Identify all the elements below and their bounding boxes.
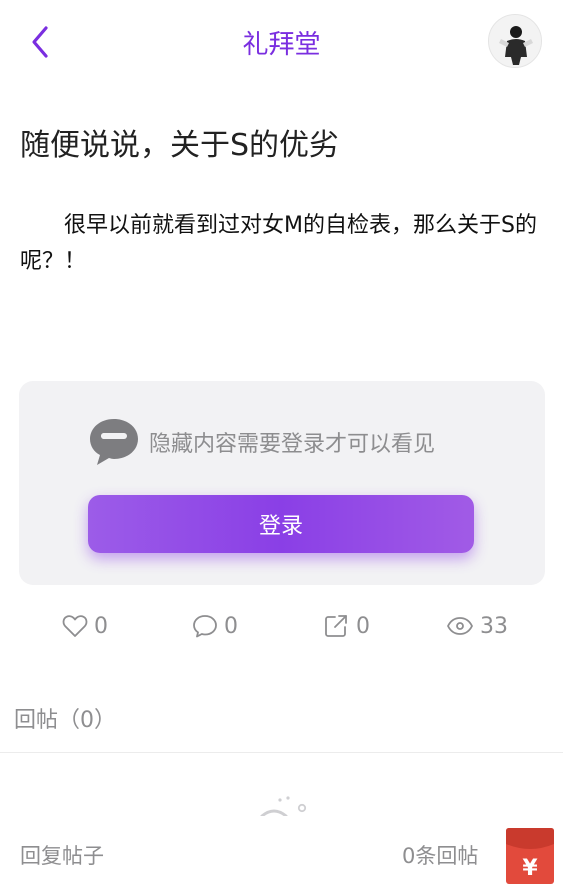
divider <box>0 752 563 753</box>
like-count: 0 <box>94 613 108 639</box>
view-stat: 33 <box>446 606 508 646</box>
like-stat[interactable]: 0 <box>62 606 108 646</box>
view-count: 33 <box>480 613 508 639</box>
page: 礼拜堂 随便说说，关于S的优劣 很早以前就看到过对女M的自检表，那么关于S的呢？… <box>0 0 563 892</box>
user-avatar-icon <box>489 15 541 67</box>
reply-count[interactable]: 0条回帖 <box>402 840 478 870</box>
replies-header: 回帖（0） <box>14 708 116 733</box>
hidden-content-text: 隐藏内容需要登录才可以看见 <box>149 432 436 457</box>
share-stat[interactable]: 0 <box>324 606 370 646</box>
avatar[interactable] <box>488 14 542 68</box>
reply-post-button[interactable]: 回复帖子 <box>20 840 104 870</box>
share-count: 0 <box>356 613 370 639</box>
comment-icon <box>193 615 217 638</box>
bottom-bar: 回复帖子 0条回帖 ¥ <box>0 818 563 892</box>
comment-count: 0 <box>224 613 238 639</box>
post-title: 随便说说，关于S的优劣 <box>20 128 340 163</box>
eye-icon <box>447 617 473 635</box>
post-body: 很早以前就看到过对女M的自检表，那么关于S的呢？！ <box>20 213 537 274</box>
heart-icon <box>62 615 88 637</box>
chevron-left-icon <box>32 26 48 58</box>
hidden-content-message: 隐藏内容需要登录才可以看见 <box>87 415 435 469</box>
top-bar: 礼拜堂 <box>0 0 563 82</box>
share-icon <box>325 615 347 637</box>
login-button[interactable]: 登录 <box>88 495 474 553</box>
red-envelope-button[interactable]: ¥ <box>506 828 554 884</box>
yuan-symbol: ¥ <box>522 856 538 881</box>
post-stats: 0 0 0 33 <box>0 606 563 646</box>
red-envelope-icon: ¥ <box>506 828 554 884</box>
comment-stat[interactable]: 0 <box>192 606 238 646</box>
loading-icon <box>260 796 307 816</box>
chat-bubble-icon <box>90 419 138 465</box>
hidden-content-box: 隐藏内容需要登录才可以看见 登录 <box>19 381 545 585</box>
page-title: 礼拜堂 <box>242 30 321 60</box>
back-button[interactable] <box>26 22 58 62</box>
